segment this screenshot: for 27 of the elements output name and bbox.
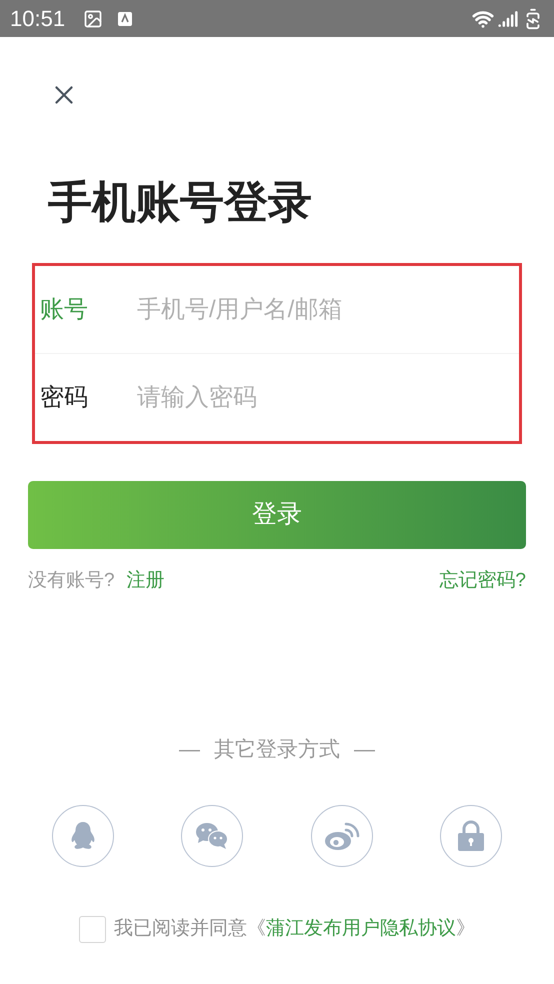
- padlock-icon: [456, 820, 485, 852]
- input-field[interactable]: 请输入密码: [137, 380, 509, 416]
- register-link[interactable]: 注册: [126, 567, 165, 596]
- field-label: 账号: [40, 294, 89, 324]
- login-method-button[interactable]: [310, 805, 373, 867]
- input-field[interactable]: 手机号/用户名/邮箱: [137, 292, 509, 328]
- image-icon: [83, 8, 104, 28]
- field-label: 密码: [40, 382, 89, 412]
- penguin-icon: [69, 821, 97, 851]
- forgot-password-link[interactable]: 忘记密码?: [439, 567, 526, 596]
- dash: —: [354, 736, 375, 762]
- other-login-label: 其它登录方式: [214, 736, 340, 762]
- login-method-button[interactable]: [440, 805, 502, 867]
- eye-waves-icon: [324, 821, 360, 851]
- keyboard-letter-icon: [117, 10, 134, 26]
- privacy-policy-link[interactable]: 蒲江发布用户隐私协议: [266, 918, 456, 939]
- signal-icon: [498, 8, 518, 28]
- login-method-button[interactable]: [52, 805, 114, 867]
- chat-bubbles-icon: [195, 822, 230, 850]
- page-title: 手机账号登录: [48, 181, 313, 225]
- agreement-text: 我已阅读并同意《蒲江发布用户隐私协议》: [114, 917, 475, 941]
- status-time: 10:51: [10, 5, 66, 33]
- agreement-checkbox[interactable]: [79, 916, 106, 943]
- login-button[interactable]: 登录: [28, 481, 526, 549]
- dash: —: [179, 736, 200, 762]
- register-prompt: 没有账号?: [28, 569, 115, 593]
- login-method-button[interactable]: [181, 805, 244, 867]
